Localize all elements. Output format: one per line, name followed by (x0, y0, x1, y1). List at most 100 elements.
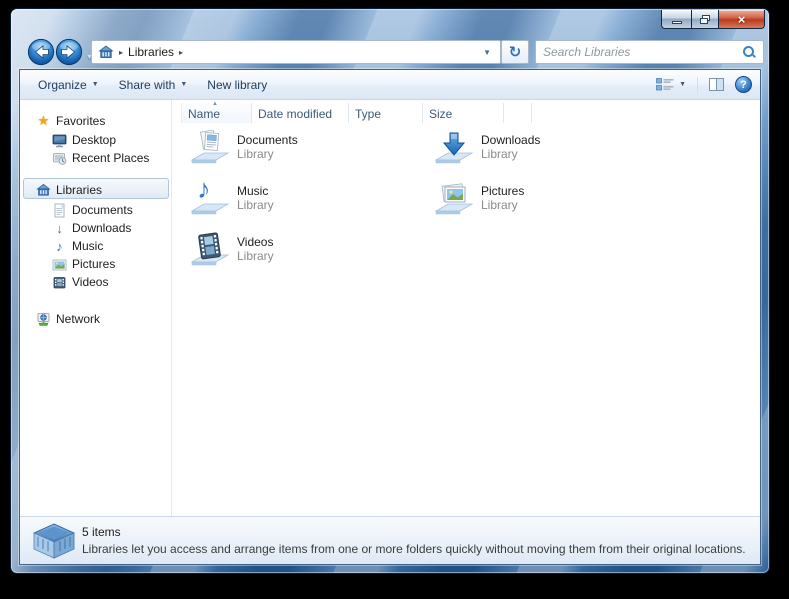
sidebar-label: Recent Places (72, 151, 149, 165)
item-name: Pictures (481, 184, 524, 198)
sidebar-label: Pictures (72, 257, 115, 271)
item-type: Library (237, 249, 274, 263)
back-button[interactable] (27, 38, 55, 66)
address-history-dropdown-icon[interactable]: ▼ (480, 48, 494, 57)
organize-button[interactable]: Organize ▼ (28, 74, 109, 96)
pictures-icon (52, 257, 67, 272)
column-label: Date modified (258, 107, 332, 121)
status-item-count: 5 items (82, 525, 121, 539)
column-header-blank (504, 103, 532, 123)
sidebar-item-downloads[interactable]: ↓ Downloads (52, 219, 131, 237)
column-header-type[interactable]: Type (349, 103, 423, 123)
library-item-pictures[interactable]: Pictures Library (434, 181, 644, 221)
status-description: Libraries let you access and arrange ite… (82, 542, 746, 556)
explorer-window: × ▼ ▸ Libraries ▸ (10, 8, 770, 574)
item-name: Documents (237, 133, 298, 147)
search-input[interactable] (543, 45, 742, 59)
toolbar-right-group: ▼ ? (652, 74, 752, 96)
close-icon: × (738, 11, 746, 28)
new-library-button[interactable]: New library (197, 74, 277, 96)
sidebar-label: Desktop (72, 133, 116, 147)
chevron-down-icon: ▼ (92, 81, 99, 88)
restore-icon (700, 15, 710, 24)
sidebar-item-music[interactable]: ♪ Music (52, 237, 103, 255)
chevron-down-icon: ▼ (679, 81, 686, 88)
preview-pane-icon (709, 78, 724, 91)
sidebar-item-desktop[interactable]: Desktop (52, 131, 116, 149)
share-with-button[interactable]: Share with ▼ (109, 74, 198, 96)
column-header-size[interactable]: Size (423, 103, 504, 123)
libraries-icon (98, 45, 114, 59)
item-type: Library (481, 198, 524, 212)
refresh-icon: ↻ (509, 43, 522, 61)
address-bar[interactable]: ▸ Libraries ▸ ▼ (91, 40, 501, 64)
close-button[interactable]: × (719, 10, 765, 29)
column-header-date-modified[interactable]: Date modified (252, 103, 349, 123)
item-type: Library (237, 198, 274, 212)
sidebar-item-favorites[interactable]: ★ Favorites (36, 112, 105, 130)
share-with-label: Share with (119, 78, 176, 92)
libraries-large-icon (30, 520, 78, 562)
item-name: Music (237, 184, 274, 198)
chevron-down-icon: ▼ (180, 81, 187, 88)
column-header-name[interactable]: ▲ Name (181, 103, 252, 123)
change-view-button[interactable]: ▼ (652, 74, 690, 96)
minimize-button[interactable] (661, 10, 691, 29)
pictures-library-icon (434, 181, 474, 217)
document-icon (52, 203, 67, 218)
breadcrumb-separator-icon: ▸ (119, 48, 123, 57)
star-icon: ★ (36, 114, 51, 129)
file-list: ▲ Name Date modified Type Size (173, 100, 760, 516)
recent-places-icon (52, 151, 67, 166)
sidebar-label: Network (56, 312, 100, 326)
library-item-music[interactable]: ♪ Music Library (190, 181, 400, 221)
library-item-documents[interactable]: Documents Library (190, 130, 400, 170)
libraries-icon (36, 183, 51, 198)
sidebar-item-recent-places[interactable]: Recent Places (52, 149, 149, 167)
sidebar-label: Downloads (72, 221, 131, 235)
toolbar-separator (697, 77, 698, 93)
music-library-icon: ♪ (190, 181, 230, 217)
documents-library-icon (190, 130, 230, 166)
item-name: Videos (237, 235, 274, 249)
library-item-downloads[interactable]: Downloads Library (434, 130, 644, 170)
column-label: Type (355, 107, 381, 121)
organize-label: Organize (38, 78, 87, 92)
breadcrumb-separator-icon[interactable]: ▸ (179, 48, 183, 57)
sidebar-item-libraries[interactable]: Libraries (36, 181, 102, 199)
refresh-button[interactable]: ↻ (501, 40, 529, 64)
sidebar-item-videos[interactable]: Videos (52, 273, 108, 291)
views-icon (656, 77, 674, 92)
minimize-icon (672, 21, 682, 24)
new-library-label: New library (207, 78, 267, 92)
sidebar-label: Favorites (56, 114, 105, 128)
sidebar-item-pictures[interactable]: Pictures (52, 255, 115, 273)
client-area: Organize ▼ Share with ▼ New library (19, 69, 761, 565)
item-name: Downloads (481, 133, 540, 147)
sidebar-item-network[interactable]: Network (36, 310, 100, 328)
library-item-videos[interactable]: Videos Library (190, 232, 400, 272)
help-button[interactable]: ? (735, 76, 752, 93)
help-icon: ? (740, 79, 747, 91)
sidebar-label: Music (72, 239, 103, 253)
videos-library-icon (190, 232, 230, 268)
preview-pane-button[interactable] (705, 74, 728, 96)
breadcrumb-location[interactable]: Libraries (128, 45, 174, 59)
search-box[interactable] (535, 40, 764, 64)
maximize-button[interactable] (691, 10, 719, 29)
downloads-library-icon (434, 130, 474, 166)
forward-arrow-icon (55, 38, 83, 66)
back-arrow-icon (27, 38, 55, 66)
column-label: Size (429, 107, 452, 121)
desktop-icon (52, 133, 67, 148)
network-icon (36, 312, 51, 327)
forward-button[interactable] (55, 38, 83, 66)
videos-icon (52, 275, 67, 290)
column-label: Name (188, 107, 220, 121)
sidebar-item-documents[interactable]: Documents (52, 201, 133, 219)
download-arrow-icon: ↓ (52, 221, 67, 236)
column-headers: ▲ Name Date modified Type Size (181, 103, 532, 123)
sidebar-label: Videos (72, 275, 108, 289)
search-icon (742, 45, 756, 59)
command-toolbar: Organize ▼ Share with ▼ New library (20, 70, 760, 100)
